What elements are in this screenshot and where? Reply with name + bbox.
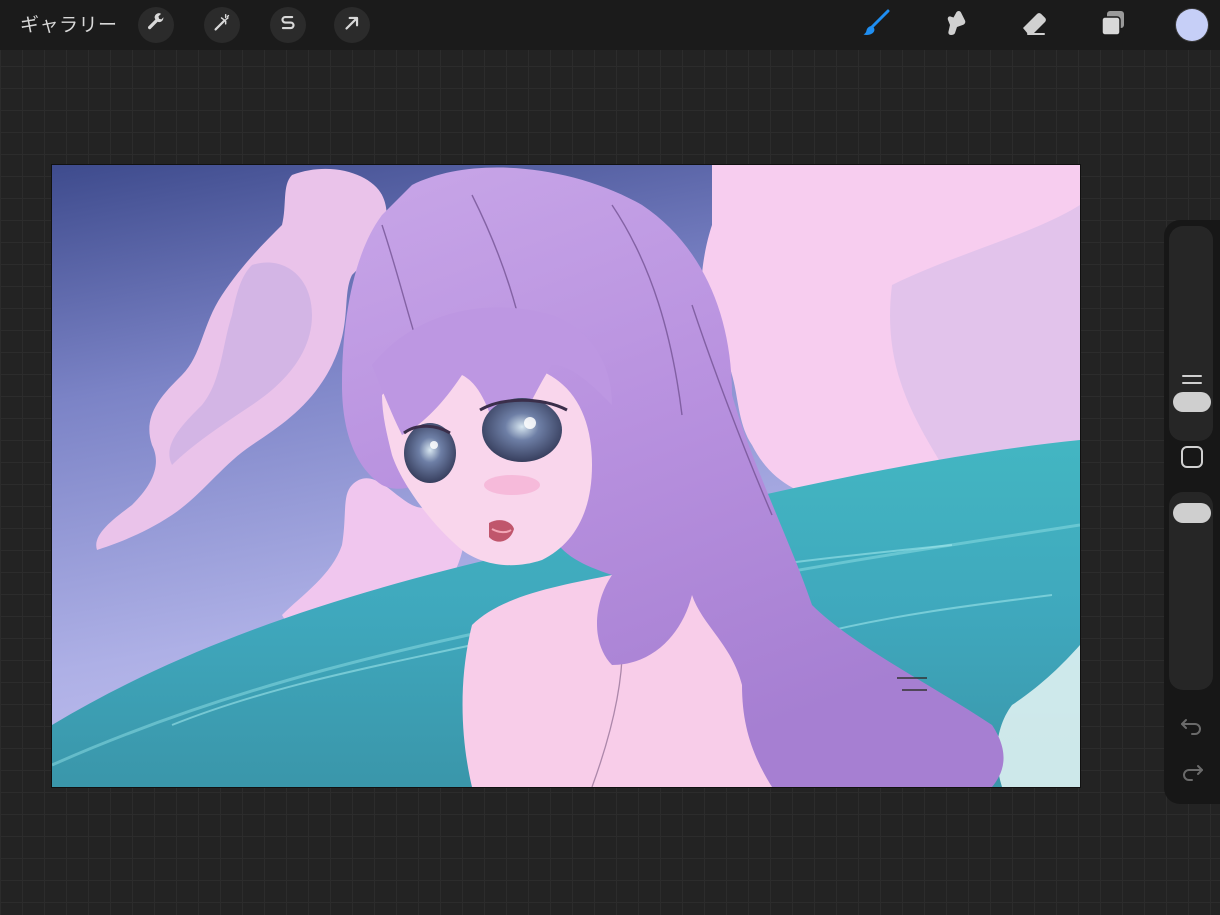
undo-button[interactable]	[1178, 716, 1206, 740]
wrench-icon	[145, 12, 167, 38]
eraser-button[interactable]	[1018, 9, 1050, 41]
layers-button[interactable]	[1097, 9, 1129, 41]
redo-icon	[1180, 762, 1204, 786]
adjustments-button[interactable]	[204, 7, 240, 43]
smudge-button[interactable]	[940, 9, 972, 41]
top-toolbar: ギャラリー	[0, 0, 1220, 50]
redo-button[interactable]	[1178, 762, 1206, 786]
eraser-icon	[1019, 8, 1049, 42]
layers-icon	[1098, 8, 1128, 42]
brush-button[interactable]	[860, 9, 892, 41]
brush-size-handle[interactable]	[1173, 392, 1211, 412]
color-picker-button[interactable]	[1176, 9, 1208, 41]
undo-icon	[1180, 716, 1204, 740]
artwork-illustration	[52, 165, 1080, 787]
grip-line	[1182, 382, 1202, 384]
transform-button[interactable]	[334, 7, 370, 43]
magic-wand-icon	[211, 12, 233, 38]
opacity-handle[interactable]	[1173, 503, 1211, 523]
selection-button[interactable]	[270, 7, 306, 43]
gallery-button[interactable]: ギャラリー	[20, 13, 118, 37]
modify-button[interactable]	[1181, 446, 1203, 468]
actions-button[interactable]	[138, 7, 174, 43]
grip-icon	[1182, 375, 1202, 377]
smudge-icon	[941, 8, 971, 42]
brush-icon	[861, 8, 891, 42]
drawing-canvas[interactable]	[52, 165, 1080, 787]
arrow-cursor-icon	[341, 12, 363, 38]
selection-s-icon	[277, 12, 299, 38]
